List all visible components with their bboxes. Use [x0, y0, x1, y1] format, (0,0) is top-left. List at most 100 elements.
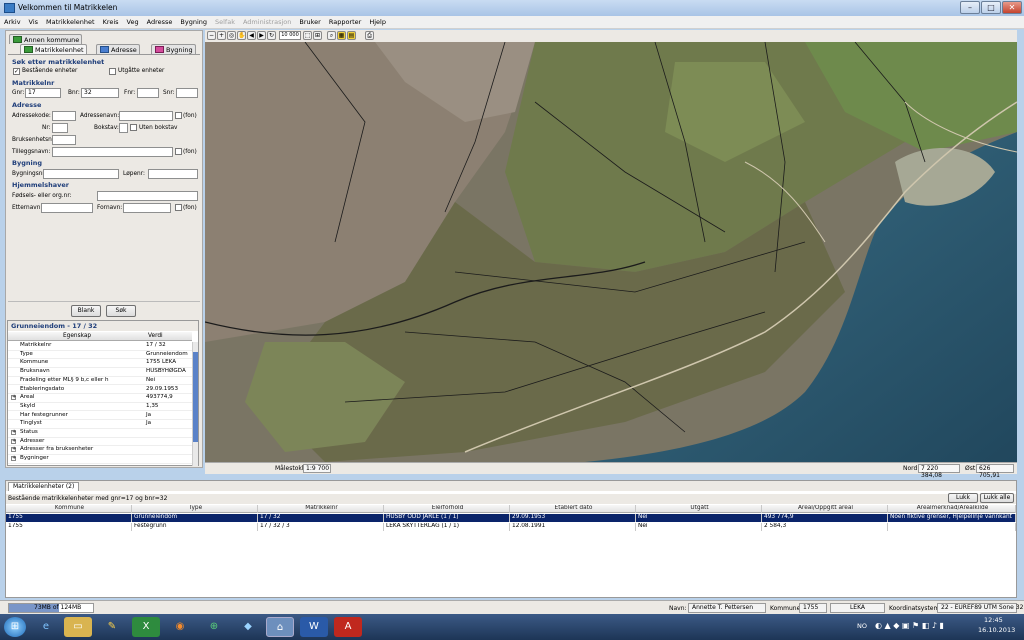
- menu-hjelp[interactable]: Hjelp: [365, 16, 390, 28]
- address-code-input[interactable]: [52, 111, 76, 121]
- menu-veg[interactable]: Veg: [123, 16, 143, 28]
- pan-icon[interactable]: ✋: [237, 31, 246, 40]
- scale-combo[interactable]: 10 000: [279, 31, 301, 40]
- grid-icon[interactable]: ⊞: [313, 31, 322, 40]
- map-view[interactable]: [205, 42, 1017, 462]
- aerial-map[interactable]: [205, 42, 1017, 462]
- existing-checkbox[interactable]: ✓: [13, 68, 20, 75]
- fodselsnr-input[interactable]: [97, 191, 198, 201]
- zoom-extent-icon[interactable]: ◎: [227, 31, 236, 40]
- uten-bokstav-checkbox[interactable]: [130, 124, 137, 131]
- maximize-button[interactable]: □: [981, 1, 1001, 14]
- column-header[interactable]: Matrikkelnr: [258, 505, 384, 513]
- expand-icon[interactable]: +: [11, 395, 16, 401]
- close-results-button[interactable]: Lukk: [948, 493, 978, 503]
- menu-vis[interactable]: Vis: [25, 16, 43, 28]
- internet-explorer-icon[interactable]: e: [32, 617, 60, 637]
- column-header[interactable]: Eierforhold: [384, 505, 510, 513]
- table-row[interactable]: 1755 Grunneiendom 17 / 32 HUSBY ODD JARLE (…: [6, 514, 1016, 522]
- column-header[interactable]: Etablert dato: [510, 505, 636, 513]
- column-header[interactable]: Kommune: [6, 505, 132, 513]
- tray-icons[interactable]: ◐ ▲ ◆ ▣ ⚑ ◧ ♪ ▮: [875, 621, 944, 630]
- zoom-out-icon[interactable]: −: [207, 31, 216, 40]
- next-view-icon[interactable]: ▶: [257, 31, 266, 40]
- menu-bruker[interactable]: Bruker: [295, 16, 324, 28]
- tilleggsnavn-input[interactable]: [52, 147, 173, 157]
- firefox-icon[interactable]: ◉: [166, 617, 194, 637]
- property-row[interactable]: + Areal 493774,9: [8, 394, 192, 403]
- property-row[interactable]: Type Grunneiendom: [8, 351, 192, 360]
- previous-view-icon[interactable]: ◀: [247, 31, 256, 40]
- tab-bygning[interactable]: Bygning: [151, 44, 196, 54]
- property-row[interactable]: Etableringsdato 29.09.1953: [8, 386, 192, 395]
- nr-input[interactable]: [52, 123, 68, 133]
- blank-button[interactable]: Blank: [71, 305, 101, 317]
- zoom-in-icon[interactable]: +: [217, 31, 226, 40]
- refresh-icon[interactable]: ↻: [267, 31, 276, 40]
- network-icon[interactable]: ⊕: [200, 617, 228, 637]
- tab-matrikkelenheter[interactable]: Matrikkelenheter (2): [8, 482, 80, 491]
- property-row[interactable]: + Status: [8, 429, 192, 438]
- column-header[interactable]: Arealmerknad/Arealkilde: [888, 505, 1016, 513]
- tab-adresse[interactable]: Adresse: [96, 44, 140, 54]
- property-row[interactable]: Kommune 1755 LEKA: [8, 359, 192, 368]
- language-indicator[interactable]: NO: [857, 622, 867, 630]
- tab-annen-kommune[interactable]: Annen kommune: [9, 34, 83, 44]
- select-icon[interactable]: ⬚: [303, 31, 312, 40]
- menu-bygning[interactable]: Bygning: [176, 16, 211, 28]
- close-all-results-button[interactable]: Lukk alle: [980, 493, 1014, 503]
- tillegg-fon-checkbox[interactable]: [175, 148, 182, 155]
- menu-adresse[interactable]: Adresse: [143, 16, 177, 28]
- menu-administrasjon[interactable]: Administrasjon: [239, 16, 295, 28]
- tab-matrikkelenhet[interactable]: Matrikkelenhet: [20, 44, 87, 54]
- etternavn-input[interactable]: [41, 203, 93, 213]
- menu-selfak[interactable]: Selfak: [211, 16, 239, 28]
- column-header[interactable]: Type: [132, 505, 258, 513]
- expand-icon[interactable]: +: [11, 456, 16, 462]
- excel-icon[interactable]: X: [132, 617, 160, 637]
- expired-checkbox[interactable]: [109, 68, 116, 75]
- table-row[interactable]: 1755 Festegrunn 17 / 32 / 3 LEKA SKYTTERLAG…: [6, 522, 1016, 531]
- expand-icon[interactable]: +: [11, 430, 16, 435]
- property-row[interactable]: Tinglyst Ja: [8, 420, 192, 429]
- minimize-button[interactable]: –: [960, 1, 980, 14]
- property-row[interactable]: Matrikkelnr 17 / 32: [8, 342, 192, 351]
- lopenr-input[interactable]: [148, 169, 198, 179]
- address-name-input[interactable]: [119, 111, 173, 121]
- fnr-input[interactable]: [137, 88, 159, 98]
- matrikkel-task[interactable]: ⌂: [266, 617, 294, 637]
- search-map-icon[interactable]: ⌕: [327, 31, 336, 40]
- property-row[interactable]: + Adresser fra bruksenheter: [8, 446, 192, 455]
- print-icon[interactable]: ⎙: [365, 31, 374, 40]
- expand-icon[interactable]: +: [11, 447, 16, 453]
- bygningsnr-input[interactable]: [43, 169, 119, 179]
- property-row[interactable]: Bruksnavn HUSBYHØGDA: [8, 368, 192, 377]
- gnr-input[interactable]: 17: [25, 88, 61, 98]
- legend-icon[interactable]: ▤: [347, 31, 356, 40]
- property-row[interactable]: Skyld 1,35: [8, 403, 192, 412]
- menu-matrikkelenhet[interactable]: Matrikkelenhet: [42, 16, 99, 28]
- scroll-thumb[interactable]: [193, 352, 198, 442]
- search-button[interactable]: Søk: [106, 305, 136, 317]
- word-icon[interactable]: W: [300, 617, 328, 637]
- bnr-input[interactable]: 32: [81, 88, 119, 98]
- start-button[interactable]: ⊞: [4, 617, 26, 637]
- acrobat-icon[interactable]: A: [334, 617, 362, 637]
- explorer-icon[interactable]: ▭: [64, 617, 92, 637]
- properties-scrollbar[interactable]: [192, 342, 198, 466]
- bruksenhet-input[interactable]: [52, 135, 76, 145]
- column-header[interactable]: Utgått: [636, 505, 762, 513]
- snr-input[interactable]: [176, 88, 198, 98]
- property-row[interactable]: + Adresser: [8, 438, 192, 447]
- close-button[interactable]: ✕: [1002, 1, 1022, 14]
- fornavn-fon-checkbox[interactable]: [175, 204, 182, 211]
- menu-rapporter[interactable]: Rapporter: [325, 16, 365, 28]
- bokstav-input[interactable]: [119, 123, 128, 133]
- property-row[interactable]: Fradeling etter ML§ 9 b,c eller h Nei: [8, 377, 192, 386]
- notes-icon[interactable]: ✎: [98, 617, 126, 637]
- fornavn-input[interactable]: [123, 203, 171, 213]
- menu-arkiv[interactable]: Arkiv: [0, 16, 25, 28]
- expand-icon[interactable]: +: [11, 438, 16, 444]
- app-icon-taskbar[interactable]: ◆: [234, 617, 262, 637]
- layers-icon[interactable]: ▦: [337, 31, 346, 40]
